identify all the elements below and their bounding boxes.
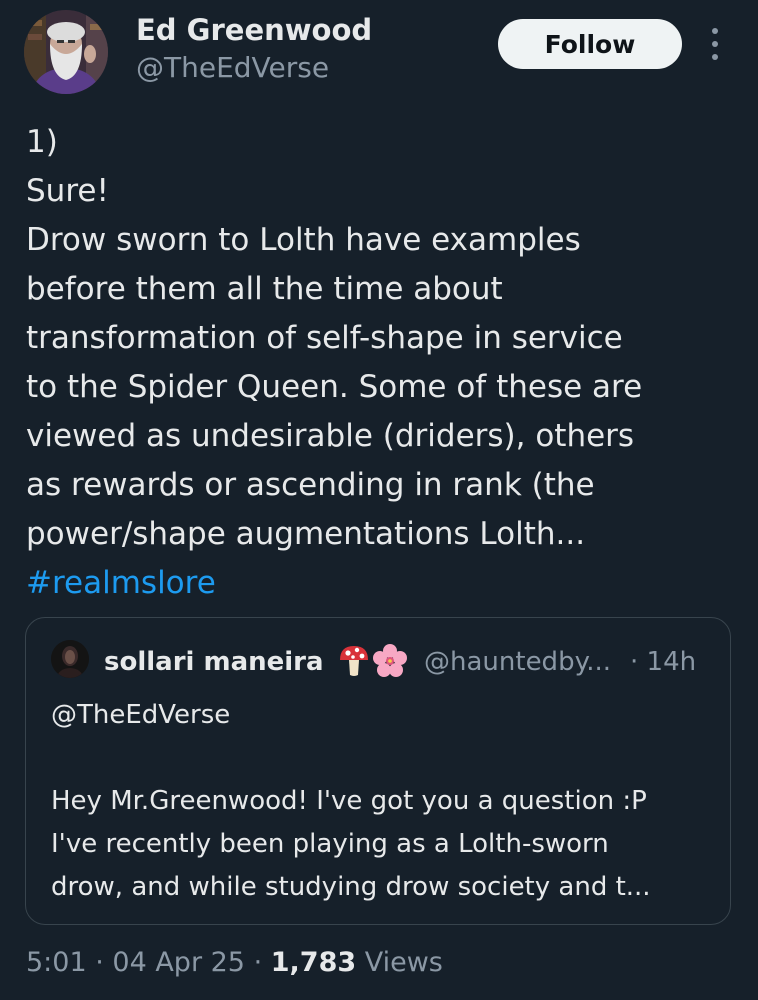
mushroom-emoji <box>338 644 370 678</box>
quoted-author-name: sollari maneira <box>104 647 324 677</box>
tweet-line: Drow sworn to Lolth have examples <box>26 222 581 258</box>
more-dot <box>712 28 718 34</box>
quoted-tweet-time: · 14h <box>630 647 697 677</box>
tweet-line: to the Spider Queen. Some of these are <box>26 369 643 405</box>
tweet-line: Sure! <box>26 173 109 209</box>
quoted-line: drow, and while studying drow society an… <box>51 872 651 902</box>
tweet-meta: 5:01 · 04 Apr 25 · 1,783 Views <box>26 943 443 983</box>
follow-button[interactable]: Follow <box>498 19 682 69</box>
tweet-line: as rewards or ascending in rank (the <box>26 467 595 503</box>
more-dot <box>712 54 718 60</box>
quoted-line: I've recently been playing as a Lolth-sw… <box>51 829 609 859</box>
tweet-line: before them all the time about <box>26 271 503 307</box>
quoted-author-avatar <box>51 640 89 678</box>
views-count: 1,783 <box>270 947 357 978</box>
tweet-time[interactable]: 5:01 <box>26 947 87 978</box>
tweet-line: power/shape augmentations Lolth... <box>26 516 586 552</box>
author-avatar[interactable] <box>24 10 108 94</box>
quoted-author-handle: @hauntedby... <box>424 647 612 677</box>
author-name[interactable]: Ed Greenwood <box>136 12 372 48</box>
quoted-tweet-card[interactable]: sollari maneira @hauntedby... · 14h @The… <box>25 617 731 925</box>
tweet-line: 1) <box>26 124 58 160</box>
tweet-date[interactable]: 04 Apr 25 <box>112 947 245 978</box>
quoted-line: Hey Mr.Greenwood! I've got you a questio… <box>51 786 647 816</box>
views-label: Views <box>356 947 443 978</box>
more-vertical-icon[interactable] <box>704 28 726 60</box>
hashtag-link[interactable]: #realmslore <box>26 559 741 608</box>
meta-separator: · <box>86 947 113 978</box>
tweet-text: 1) Sure! Drow sworn to Lolth have exampl… <box>26 118 741 608</box>
cherry-blossom-emoji <box>373 644 407 678</box>
tweet-line: transformation of self-shape in service <box>26 320 623 356</box>
meta-separator: · <box>244 947 271 978</box>
author-handle[interactable]: @TheEdVerse <box>136 50 329 86</box>
quoted-reply-to[interactable]: @TheEdVerse <box>51 698 230 732</box>
more-dot <box>712 41 718 47</box>
tweet-line: viewed as undesirable (driders), others <box>26 418 635 454</box>
quoted-tweet-text: Hey Mr.Greenwood! I've got you a questio… <box>51 780 721 909</box>
